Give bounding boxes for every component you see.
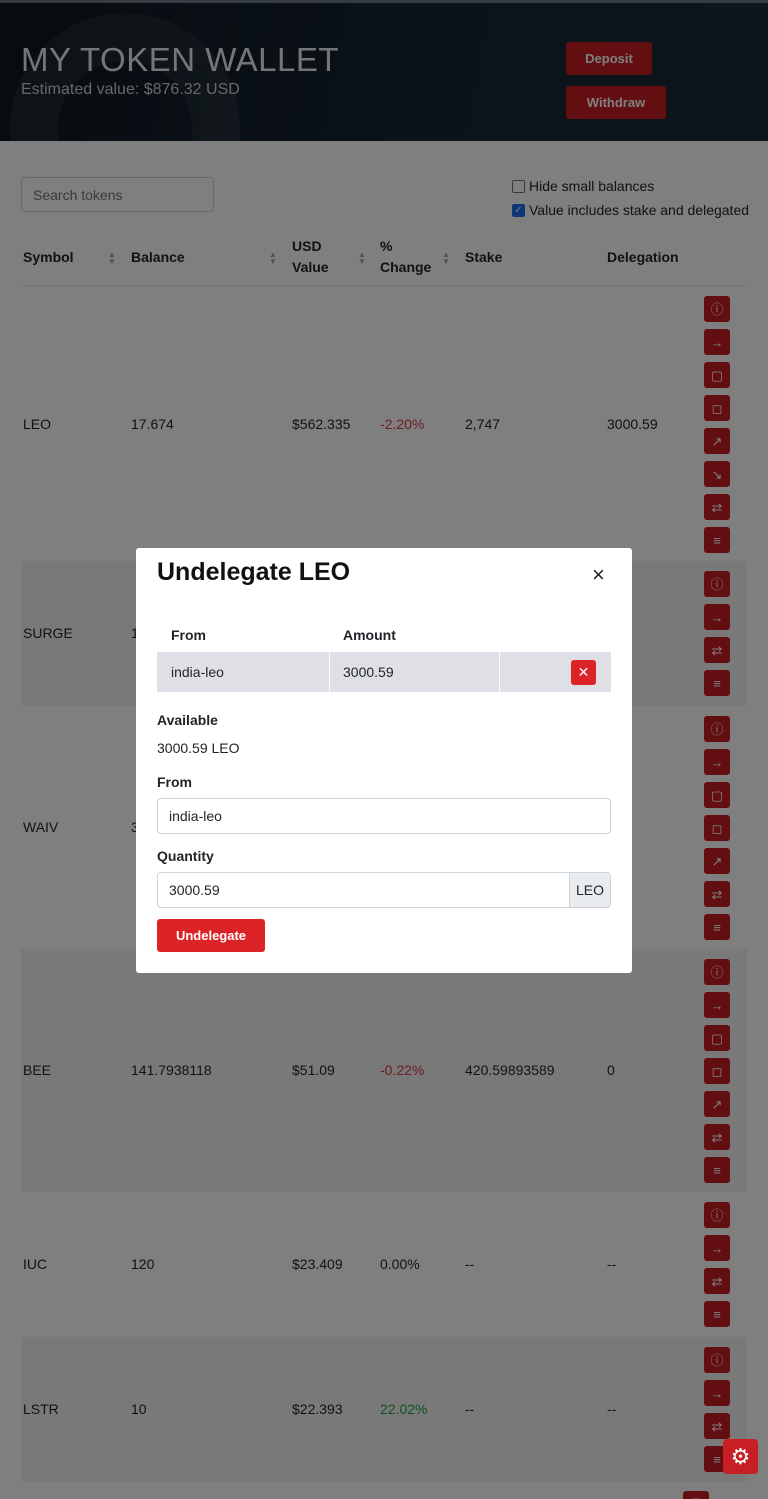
col-from: From — [171, 627, 206, 643]
entry-from: india-leo — [171, 664, 224, 680]
remove-entry-button[interactable]: ✕ — [571, 660, 596, 685]
cell-separator — [329, 652, 330, 692]
close-icon[interactable]: × — [592, 562, 605, 588]
undelegate-modal: Undelegate LEO × From Amount india-leo 3… — [136, 548, 632, 973]
quantity-unit: LEO — [569, 872, 611, 908]
from-label: From — [157, 774, 192, 790]
available-value: 3000.59 LEO — [157, 740, 240, 756]
modal-title: Undelegate LEO — [157, 558, 351, 586]
delegation-entry-row: india-leo 3000.59 ✕ — [157, 652, 611, 692]
gear-icon[interactable]: ⚙ — [723, 1439, 758, 1474]
entry-amount: 3000.59 — [343, 664, 394, 680]
cell-separator — [499, 652, 500, 692]
available-label: Available — [157, 712, 218, 728]
quantity-input[interactable]: 3000.59 — [157, 872, 570, 908]
col-amount: Amount — [343, 627, 396, 643]
undelegate-button[interactable]: Undelegate — [157, 919, 265, 952]
quantity-label: Quantity — [157, 848, 214, 864]
from-input[interactable]: india-leo — [157, 798, 611, 834]
